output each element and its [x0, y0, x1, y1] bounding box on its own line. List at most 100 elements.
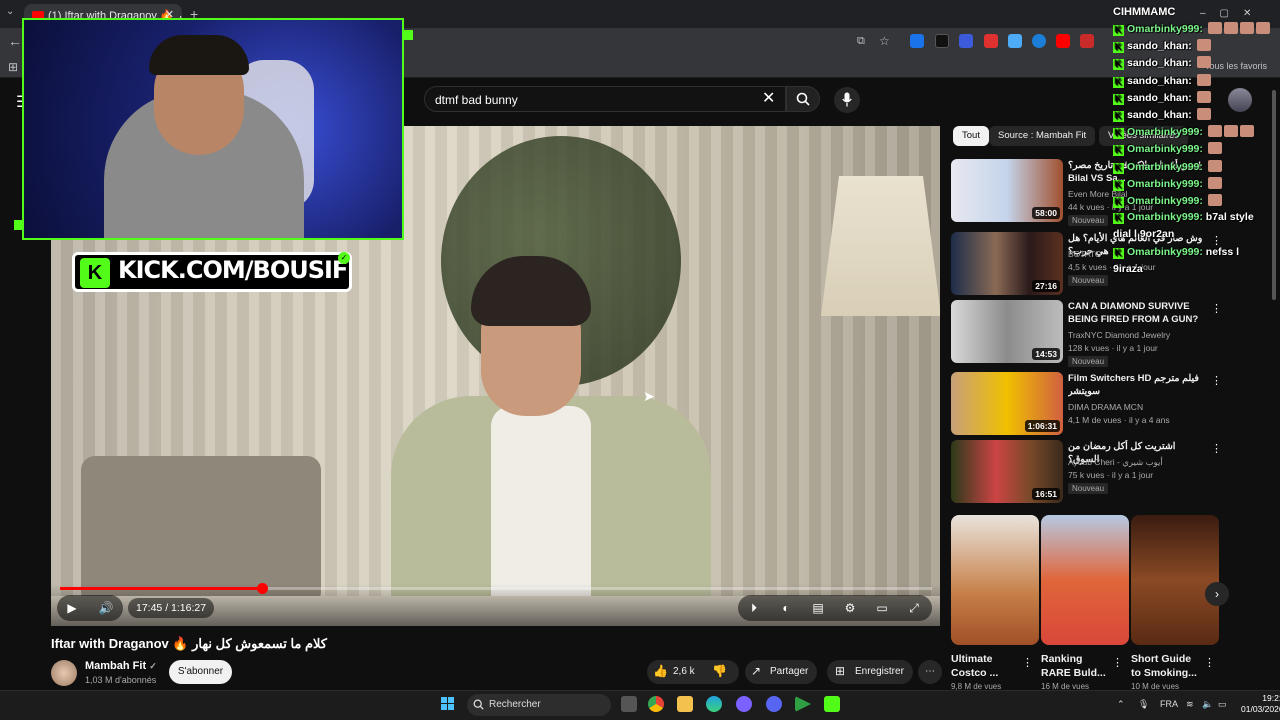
- fullscreen-icon[interactable]: ⤢: [904, 598, 924, 618]
- search-button[interactable]: [786, 86, 820, 112]
- kick-badge-icon: K: [1113, 247, 1124, 259]
- more-actions-icon[interactable]: ⋯: [918, 660, 942, 684]
- more-options-icon[interactable]: ⋮: [1112, 656, 1123, 669]
- subscribe-button[interactable]: S'abonner: [169, 660, 232, 684]
- window-controls[interactable]: –▢✕: [1200, 8, 1265, 19]
- kick-badge-icon: K: [1113, 128, 1124, 140]
- share-label: Partager: [770, 666, 809, 677]
- like-count[interactable]: 2,6 k: [673, 666, 695, 677]
- app-icon[interactable]: [736, 696, 752, 712]
- chat-text: dial l 9or2an: [1113, 228, 1175, 241]
- extension-icon[interactable]: [1056, 34, 1070, 48]
- chat-emote-icon: [1207, 125, 1222, 138]
- more-options-icon[interactable]: ⋮: [1211, 374, 1222, 387]
- back-arrow-icon[interactable]: ←: [8, 33, 22, 49]
- apps-grid-icon[interactable]: ⊞: [8, 60, 18, 74]
- channel-avatar[interactable]: [51, 660, 77, 686]
- recommendation-item[interactable]: 1:06:31 Film Switchers HD فيلم مترجم سوي…: [951, 372, 1222, 440]
- video-lamp: [821, 176, 940, 316]
- chevron-right-icon[interactable]: ›: [1205, 582, 1229, 606]
- short-thumbnail[interactable]: [1041, 515, 1129, 645]
- search-input[interactable]: dtmf bad bunny: [424, 86, 786, 112]
- channel-name[interactable]: Mambah Fit ✓: [85, 660, 157, 672]
- chat-username: Omarbinky999:: [1127, 143, 1206, 156]
- more-options-icon[interactable]: ⋮: [1022, 656, 1033, 669]
- volume-icon[interactable]: 🔊: [96, 598, 116, 618]
- recommendation-item[interactable]: 27:16 وش صار في العالم هاي الأيام؟ هل هي…: [951, 232, 1222, 300]
- chip-all[interactable]: Tout: [953, 126, 989, 146]
- chat-emote-icon: [1223, 22, 1238, 34]
- extension-icon[interactable]: [1032, 34, 1046, 48]
- chat-message: K Omarbinky999:: [1113, 125, 1254, 140]
- rec-title: CAN A DIAMOND SURVIVE BEING FIRED FROM A…: [1068, 301, 1199, 325]
- extension-icon[interactable]: [984, 34, 998, 48]
- discord-icon[interactable]: [766, 696, 782, 712]
- bookmark-star-icon[interactable]: ☆: [879, 34, 890, 48]
- settings-gear-icon[interactable]: ⚙: [840, 598, 860, 618]
- rec-channel: Ayoub Cheri - أيوب شيري: [1068, 457, 1163, 467]
- wifi-icon[interactable]: ≋: [1186, 699, 1194, 710]
- tray-chevron-icon[interactable]: ⌃: [1117, 699, 1125, 710]
- clock[interactable]: 19:21 01/03/2026: [1241, 693, 1280, 715]
- short-thumbnail[interactable]: [1131, 515, 1219, 645]
- voice-search-button[interactable]: [834, 87, 860, 113]
- extension-icon[interactable]: [1008, 34, 1022, 48]
- chrome-icon[interactable]: [648, 696, 664, 712]
- short-title[interactable]: Ranking RARE Buld...: [1041, 652, 1111, 680]
- kick-badge-icon: K: [1113, 59, 1124, 71]
- kick-logo-icon: K: [80, 258, 110, 288]
- like-icon[interactable]: 👍: [653, 664, 668, 678]
- chat-message: Ksando_khan:: [1113, 56, 1211, 71]
- dislike-icon[interactable]: 👎: [712, 664, 727, 678]
- language-indicator[interactable]: FRA: [1160, 699, 1178, 709]
- page-scrollbar[interactable]: [1272, 90, 1276, 300]
- chat-text: nefss l: [1205, 245, 1240, 258]
- microphone-icon: [842, 92, 852, 107]
- kick-badge-icon: K: [1113, 179, 1124, 191]
- windows-start-icon[interactable]: [441, 697, 455, 711]
- extension-icon[interactable]: [1080, 34, 1094, 48]
- extension-icon[interactable]: [935, 34, 949, 48]
- verified-icon: ✓: [149, 661, 157, 671]
- app-icon[interactable]: [824, 696, 840, 712]
- kick-badge-icon: K: [1113, 42, 1124, 54]
- volume-icon[interactable]: 🔈: [1202, 699, 1213, 710]
- account-avatar[interactable]: [1228, 88, 1252, 112]
- file-explorer-icon[interactable]: [677, 696, 693, 712]
- autoplay-icon[interactable]: ⏵: [744, 598, 764, 618]
- kick-badge-icon: K: [1113, 145, 1124, 157]
- autoplay-toggle[interactable]: ◐: [776, 598, 796, 618]
- more-options-icon[interactable]: ⋮: [1204, 656, 1215, 669]
- webcam-frame-corner: [14, 220, 24, 230]
- video-title: Iftar with Draganov 🔥 كلام ما تسمعوش كل …: [51, 636, 327, 651]
- battery-icon[interactable]: ▭: [1218, 699, 1227, 710]
- miniplayer-icon[interactable]: ▭: [872, 598, 892, 618]
- kick-badge-icon: K: [1113, 213, 1124, 225]
- recommendation-item[interactable]: 14:53 CAN A DIAMOND SURVIVE BEING FIRED …: [951, 300, 1222, 368]
- taskbar-search[interactable]: Rechercher: [467, 694, 611, 716]
- extension-icon[interactable]: [910, 34, 924, 48]
- play-icon[interactable]: ▶: [62, 598, 82, 618]
- chip-source[interactable]: Source : Mambah Fit: [989, 126, 1096, 146]
- search-icon: [796, 92, 810, 106]
- more-options-icon[interactable]: ⋮: [1211, 442, 1222, 455]
- clear-search-icon[interactable]: ✕: [762, 88, 775, 108]
- install-icon[interactable]: ⧉: [857, 35, 865, 48]
- edge-icon[interactable]: [706, 696, 722, 712]
- chat-emote-icon: [1207, 159, 1222, 172]
- tab-search-icon[interactable]: ⌄: [6, 6, 14, 17]
- short-title[interactable]: Short Guide to Smoking...: [1131, 652, 1201, 680]
- short-title[interactable]: Ultimate Costco ...: [951, 652, 1021, 680]
- extension-icon[interactable]: [959, 34, 973, 48]
- subtitles-icon[interactable]: ▤: [808, 598, 828, 618]
- microphone-icon[interactable]: 🎙: [1138, 699, 1149, 710]
- new-badge: Nouveau: [1068, 356, 1109, 367]
- task-view-icon[interactable]: [621, 696, 637, 712]
- kick-badge-icon: K: [1113, 111, 1124, 122]
- all-bookmarks-link[interactable]: Tous les favoris: [1205, 61, 1267, 71]
- short-thumbnail[interactable]: [951, 515, 1039, 645]
- recommendation-item[interactable]: 16:51 اشتريت كل أكل رمضان من السوق؟ Ayou…: [951, 440, 1222, 508]
- rec-channel: BOTATO: [1068, 249, 1102, 259]
- webcam-frame-corner: [403, 30, 413, 40]
- more-options-icon[interactable]: ⋮: [1211, 302, 1222, 315]
